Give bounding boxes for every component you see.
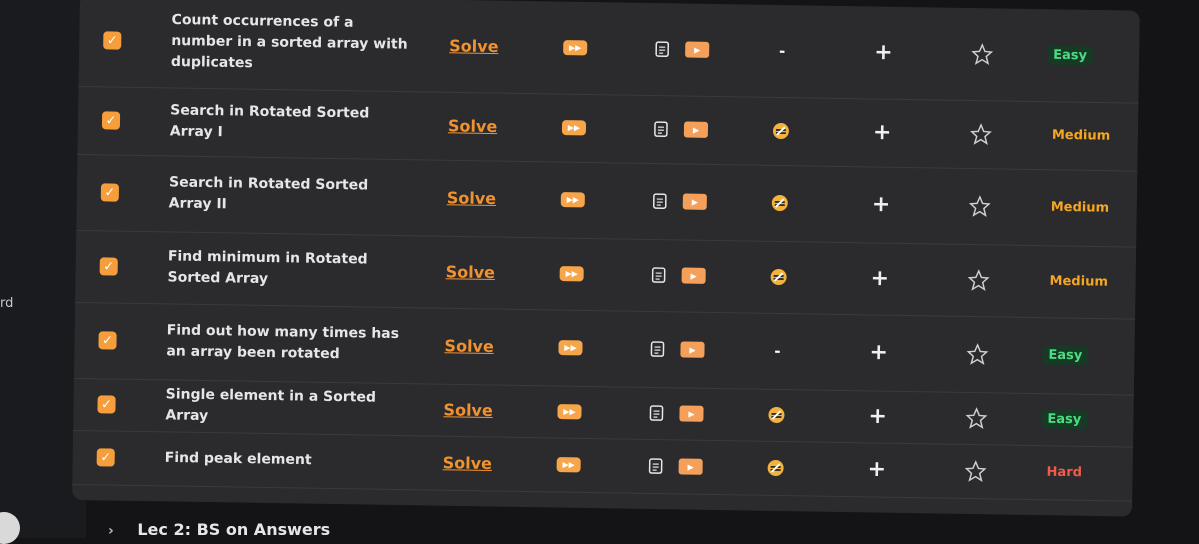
- add-revision-button[interactable]: +: [867, 457, 886, 482]
- youtube-icon[interactable]: ▶▶: [558, 340, 582, 355]
- sidebar-partial-text: rd: [0, 296, 13, 311]
- problem-title: Single element in a Sorted Array: [165, 384, 406, 430]
- youtube-icon[interactable]: ▶▶: [560, 266, 584, 281]
- problem-title: Find peak element: [165, 448, 405, 473]
- solve-link[interactable]: Solve: [448, 116, 498, 136]
- solve-link[interactable]: Solve: [447, 188, 497, 208]
- note-icon[interactable]: [770, 120, 792, 142]
- add-revision-button[interactable]: +: [873, 120, 892, 145]
- completed-checkbox[interactable]: ✓: [103, 31, 121, 49]
- completed-checkbox[interactable]: ✓: [98, 331, 116, 349]
- completed-checkbox[interactable]: ✓: [97, 395, 115, 413]
- video-icon[interactable]: ▶: [685, 42, 709, 58]
- completed-checkbox[interactable]: ✓: [101, 183, 119, 201]
- add-revision-button[interactable]: +: [868, 404, 887, 429]
- note-icon[interactable]: [767, 266, 789, 288]
- article-icon[interactable]: [649, 405, 663, 421]
- problem-title: Find minimum in Rotated Sorted Array: [167, 246, 408, 292]
- completed-checkbox[interactable]: ✓: [100, 257, 118, 275]
- star-icon[interactable]: [966, 343, 988, 365]
- article-icon[interactable]: [655, 41, 669, 57]
- youtube-icon[interactable]: ▶▶: [562, 120, 586, 135]
- note-icon[interactable]: [769, 192, 791, 214]
- chevron-right-icon: ›: [108, 523, 114, 539]
- article-icon[interactable]: [653, 193, 667, 209]
- star-icon[interactable]: [964, 460, 986, 482]
- article-icon[interactable]: [654, 121, 668, 137]
- solve-link[interactable]: Solve: [443, 453, 493, 473]
- note-icon[interactable]: -: [766, 340, 788, 362]
- problem-title: Search in Rotated Sorted Array II: [169, 172, 410, 218]
- youtube-icon[interactable]: ▶▶: [557, 404, 581, 419]
- youtube-icon[interactable]: ▶▶: [557, 457, 581, 472]
- note-icon[interactable]: [765, 404, 787, 426]
- article-icon[interactable]: [650, 341, 664, 357]
- star-icon[interactable]: [969, 195, 991, 217]
- video-icon[interactable]: ▶: [684, 122, 708, 138]
- add-revision-button[interactable]: +: [869, 340, 888, 365]
- note-icon[interactable]: -: [771, 40, 793, 62]
- problem-title: Search in Rotated Sorted Array I: [170, 100, 411, 146]
- note-icon[interactable]: [764, 457, 786, 479]
- difficulty-badge: Medium: [1045, 198, 1116, 218]
- solve-link[interactable]: Solve: [443, 400, 493, 420]
- section-title: Lec 2: BS on Answers: [137, 520, 330, 539]
- section-lec-2[interactable]: › Lec 2: BS on Answers: [108, 520, 330, 539]
- star-icon[interactable]: [967, 269, 989, 291]
- problem-title: Count occurrences of a number in a sorte…: [171, 10, 412, 77]
- add-revision-button[interactable]: +: [872, 192, 891, 217]
- add-revision-button[interactable]: +: [874, 40, 893, 65]
- add-revision-button[interactable]: +: [870, 266, 889, 291]
- star-icon[interactable]: [970, 123, 992, 145]
- solve-link[interactable]: Solve: [444, 336, 494, 356]
- solve-link[interactable]: Solve: [449, 36, 499, 56]
- video-icon[interactable]: ▶: [679, 405, 703, 421]
- difficulty-badge: Easy: [1041, 410, 1087, 430]
- video-icon[interactable]: ▶: [682, 267, 706, 283]
- video-icon[interactable]: ▶: [683, 193, 707, 209]
- article-icon[interactable]: [649, 458, 663, 474]
- completed-checkbox[interactable]: ✓: [102, 111, 120, 129]
- problem-table: ✓ Count occurrences of a number in a sor…: [72, 0, 1140, 517]
- difficulty-badge: Medium: [1046, 126, 1117, 146]
- video-icon[interactable]: ▶: [679, 458, 703, 474]
- problem-title: Find out how many times has an array bee…: [166, 320, 407, 366]
- difficulty-badge: Easy: [1047, 46, 1093, 66]
- youtube-icon[interactable]: ▶▶: [563, 40, 587, 55]
- article-icon[interactable]: [652, 267, 666, 283]
- star-icon[interactable]: [965, 407, 987, 429]
- youtube-icon[interactable]: ▶▶: [561, 192, 585, 207]
- difficulty-badge: Medium: [1043, 272, 1114, 292]
- completed-checkbox[interactable]: ✓: [97, 448, 115, 466]
- solve-link[interactable]: Solve: [446, 262, 496, 282]
- video-icon[interactable]: ▶: [680, 341, 704, 357]
- star-icon[interactable]: [971, 43, 993, 65]
- difficulty-badge: Easy: [1042, 346, 1088, 366]
- difficulty-badge: Hard: [1040, 463, 1088, 483]
